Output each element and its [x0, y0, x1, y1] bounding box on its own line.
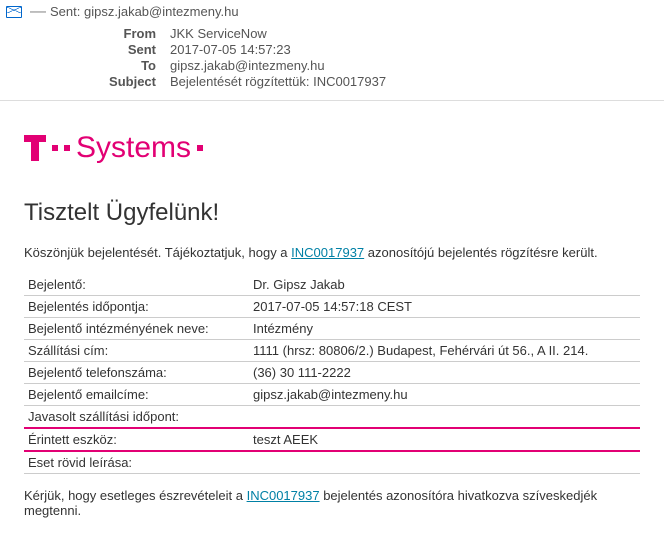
detail-label: Bejelentő intézményének neve: — [24, 318, 249, 340]
sent-address: gipsz.jakab@intezmeny.hu — [84, 4, 239, 19]
detail-label: Bejelentő telefonszáma: — [24, 362, 249, 384]
detail-label: Bejelentő emailcíme: — [24, 384, 249, 406]
sent-label: Sent — [40, 42, 170, 57]
detail-label: Érintett eszköz: — [24, 428, 249, 451]
detail-value: Dr. Gipsz Jakab — [249, 274, 640, 296]
to-label: To — [40, 58, 170, 73]
table-row: Bejelentő telefonszáma: (36) 30 111-2222 — [24, 362, 640, 384]
table-row: Javasolt szállítási időpont: — [24, 406, 640, 429]
table-row: Eset rövid leírása: — [24, 451, 640, 474]
table-row: Bejelentés időpontja: 2017-07-05 14:57:1… — [24, 296, 640, 318]
mail-icon — [6, 6, 22, 18]
greeting-heading: Tisztelt Ügyfelünk! — [24, 199, 640, 227]
message-body: Systems Tisztelt Ügyfelünk! Köszönjük be… — [0, 101, 664, 533]
logo-text: Systems — [76, 131, 191, 165]
detail-value: Intézmény — [249, 318, 640, 340]
from-label: From — [40, 26, 170, 41]
mail-header-bar: — Sent: gipsz.jakab@intezmeny.hu — [0, 0, 664, 21]
details-table: Bejelentő: Dr. Gipsz Jakab Bejelentés id… — [24, 274, 640, 474]
table-row: Bejelentő: Dr. Gipsz Jakab — [24, 274, 640, 296]
dash-icon: — — [30, 6, 46, 18]
logo-dot-icon — [64, 145, 70, 151]
detail-value: teszt AEEK — [249, 428, 640, 451]
table-row: Szállítási cím: 1111 (hrsz: 80806/2.) Bu… — [24, 340, 640, 362]
table-row: Bejelentő intézményének neve: Intézmény — [24, 318, 640, 340]
table-row — [24, 474, 640, 475]
detail-label: Eset rövid leírása: — [24, 451, 249, 474]
table-row: Bejelentő emailcíme: gipsz.jakab@intezme… — [24, 384, 640, 406]
logo-dot-icon — [52, 145, 58, 151]
detail-label: Bejelentés időpontja: — [24, 296, 249, 318]
ticket-link[interactable]: INC0017937 — [291, 245, 364, 260]
detail-label: Javasolt szállítási időpont: — [24, 406, 249, 429]
detail-value — [249, 451, 640, 474]
detail-value: 1111 (hrsz: 80806/2.) Budapest, Fehérvár… — [249, 340, 640, 362]
detail-value: gipsz.jakab@intezmeny.hu — [249, 384, 640, 406]
subject-value: Bejelentését rögzítettük: INC0017937 — [170, 74, 386, 89]
followup-paragraph: Kérjük, hogy esetleges észrevételeit a I… — [24, 488, 640, 518]
t-logo-icon — [24, 135, 46, 161]
table-row: Érintett eszköz: teszt AEEK — [24, 428, 640, 451]
sent-value: 2017-07-05 14:57:23 — [170, 42, 291, 57]
sent-prefix: Sent: — [50, 4, 80, 19]
followup-text-1: Kérjük, hogy esetleges észrevételeit a — [24, 488, 247, 503]
logo-dot-icon — [197, 145, 203, 151]
detail-value: 2017-07-05 14:57:18 CEST — [249, 296, 640, 318]
ticket-link[interactable]: INC0017937 — [247, 488, 320, 503]
subject-label: Subject — [40, 74, 170, 89]
message-body-scroll[interactable]: Systems Tisztelt Ügyfelünk! Köszönjük be… — [0, 100, 664, 533]
detail-label: Bejelentő: — [24, 274, 249, 296]
intro-text-2: azonosítójú bejelentés rögzítésre került… — [364, 245, 597, 260]
sent-line: Sent: gipsz.jakab@intezmeny.hu — [50, 4, 239, 19]
detail-value — [249, 406, 640, 429]
detail-label: Szállítási cím: — [24, 340, 249, 362]
intro-paragraph: Köszönjük bejelentését. Tájékoztatjuk, h… — [24, 245, 640, 260]
intro-text-1: Köszönjük bejelentését. Tájékoztatjuk, h… — [24, 245, 291, 260]
from-value: JKK ServiceNow — [170, 26, 267, 41]
to-value: gipsz.jakab@intezmeny.hu — [170, 58, 325, 73]
t-systems-logo: Systems — [24, 131, 640, 165]
message-meta: From JKK ServiceNow Sent 2017-07-05 14:5… — [0, 21, 664, 100]
detail-value: (36) 30 111-2222 — [249, 362, 640, 384]
